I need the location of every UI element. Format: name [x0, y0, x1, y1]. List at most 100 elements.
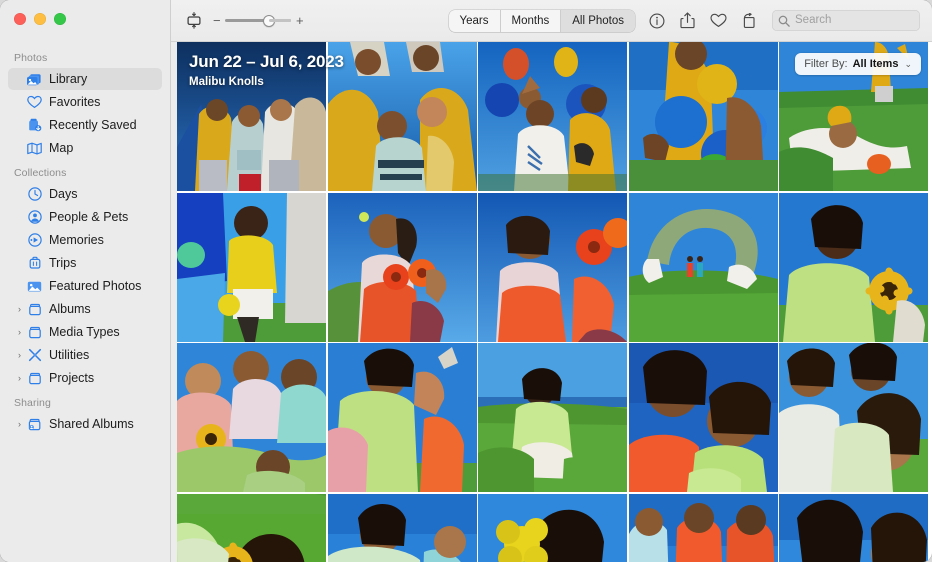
sidebar-item-label: Favorites — [49, 94, 101, 109]
sidebar: Photos › Library › Favorites › — [0, 0, 171, 562]
window-controls — [14, 13, 66, 25]
chevron-right-icon[interactable]: › — [14, 373, 25, 383]
memories-icon — [26, 232, 43, 248]
sidebar-item-map[interactable]: › Map — [8, 137, 162, 159]
sidebar-item-albums[interactable]: › Albums — [8, 298, 162, 320]
sidebar-item-label: Trips — [49, 255, 77, 270]
suitcase-icon — [26, 255, 43, 271]
photo-icon — [26, 278, 43, 294]
toolbar-actions — [649, 12, 757, 29]
sidebar-section-collections-header: Collections — [14, 167, 67, 179]
sidebar-item-label: Map — [49, 140, 74, 155]
sidebar-item-shared-albums[interactable]: › Shared Albums — [8, 413, 162, 435]
filter-label: Filter By: — [804, 57, 848, 70]
zoom-slider-track[interactable] — [225, 14, 291, 28]
chevron-right-icon[interactable]: › — [14, 419, 25, 429]
sidebar-item-utilities[interactable]: › Utilities — [8, 344, 162, 366]
sidebar-item-label: Media Types — [49, 324, 120, 339]
search-icon — [778, 15, 790, 27]
folder-icon — [26, 324, 43, 340]
toolbar: − + Years Months All Photos Search — [171, 0, 932, 42]
zoom-button[interactable] — [54, 13, 66, 25]
sidebar-item-projects[interactable]: › Projects — [8, 367, 162, 389]
sidebar-item-label: Recently Saved — [49, 117, 137, 132]
sidebar-item-label: People & Pets — [49, 209, 129, 224]
heart-icon — [26, 94, 43, 110]
sidebar-item-label: Albums — [49, 301, 91, 316]
sidebar-section-sharing-header: Sharing — [14, 397, 51, 409]
person-icon — [26, 209, 43, 225]
folder-icon — [26, 301, 43, 317]
photo-tile[interactable] — [327, 343, 477, 492]
chevron-right-icon[interactable]: › — [14, 304, 25, 314]
sidebar-section-photos-header: Photos — [14, 52, 48, 64]
photo-tile[interactable] — [478, 42, 627, 191]
minimize-button[interactable] — [34, 13, 46, 25]
zoom-out-label[interactable]: − — [213, 14, 221, 27]
photo-tile[interactable] — [779, 192, 928, 342]
photo-tile[interactable] — [779, 493, 928, 562]
chevron-right-icon[interactable]: › — [14, 350, 25, 360]
sidebar-item-label: Memories — [49, 232, 104, 247]
recently-saved-icon — [26, 117, 43, 133]
sidebar-item-library[interactable]: › Library — [8, 68, 162, 90]
photo-tile[interactable] — [628, 343, 778, 492]
zoom-slider[interactable]: − + — [213, 14, 304, 28]
sidebar-item-days[interactable]: › Days — [8, 183, 162, 205]
photo-tile[interactable] — [478, 192, 627, 342]
photo-tile[interactable] — [177, 192, 326, 342]
sidebar-item-media-types[interactable]: › Media Types — [8, 321, 162, 343]
map-icon — [26, 140, 43, 156]
photo-tile[interactable] — [177, 42, 326, 191]
info-icon[interactable] — [649, 13, 665, 29]
sidebar-item-label: Shared Albums — [49, 416, 134, 431]
chevron-right-icon[interactable]: › — [14, 327, 25, 337]
photo-tile[interactable] — [327, 42, 477, 191]
rotate-icon[interactable] — [742, 12, 757, 29]
sidebar-item-memories[interactable]: › Memories — [8, 229, 162, 251]
sidebar-item-trips[interactable]: › Trips — [8, 252, 162, 274]
tab-months[interactable]: Months — [501, 9, 562, 32]
zoom-in-label[interactable]: + — [296, 14, 304, 27]
sidebar-item-favorites[interactable]: › Favorites — [8, 91, 162, 113]
photo-tile[interactable] — [327, 192, 477, 342]
filter-value: All Items — [852, 57, 899, 70]
sidebar-item-people-and-pets[interactable]: › People & Pets — [8, 206, 162, 228]
sidebar-item-label: Library — [49, 71, 88, 86]
tools-icon — [26, 347, 43, 363]
filter-by-button[interactable]: Filter By: All Items ⌄ — [795, 53, 921, 75]
sidebar-item-featured-photos[interactable]: › Featured Photos — [8, 275, 162, 297]
close-button[interactable] — [14, 13, 26, 25]
sidebar-item-recently-saved[interactable]: › Recently Saved — [8, 114, 162, 136]
chevron-down-icon: ⌄ — [904, 58, 912, 69]
photo-tile[interactable] — [779, 343, 928, 492]
photo-tile[interactable] — [628, 493, 778, 562]
photo-tile[interactable] — [478, 343, 627, 492]
photos-window: Photos › Library › Favorites › — [0, 0, 932, 562]
photo-tile[interactable] — [177, 493, 326, 562]
zoom-slider-knob[interactable] — [263, 14, 275, 27]
sidebar-toggle-icon[interactable] — [183, 10, 205, 32]
folder-icon — [26, 370, 43, 386]
search-placeholder: Search — [795, 13, 832, 26]
photo-tile[interactable] — [177, 343, 326, 492]
tab-all-photos[interactable]: All Photos — [561, 9, 635, 32]
favorite-icon[interactable] — [710, 13, 727, 28]
sidebar-item-label: Featured Photos — [49, 278, 142, 293]
photo-grid-area: Jun 22 – Jul 6, 2023 Malibu Knolls Filte… — [177, 42, 932, 562]
photo-tile[interactable] — [628, 42, 778, 191]
sidebar-item-label: Projects — [49, 370, 95, 385]
photo-tile[interactable] — [628, 192, 778, 342]
search-input[interactable]: Search — [772, 10, 920, 31]
sidebar-scroll-area: Photos › Library › Favorites › — [0, 44, 170, 562]
share-icon[interactable] — [680, 12, 695, 29]
photo-tile[interactable] — [478, 493, 627, 562]
tab-years[interactable]: Years — [449, 9, 501, 32]
view-mode-segmented-control[interactable]: Years Months All Photos — [448, 9, 635, 32]
shared-album-icon — [26, 416, 43, 432]
photo-grid — [177, 42, 932, 562]
clock-icon — [26, 186, 43, 202]
sidebar-item-label: Days — [49, 186, 78, 201]
photo-tile[interactable] — [327, 493, 477, 562]
library-icon — [26, 71, 43, 87]
